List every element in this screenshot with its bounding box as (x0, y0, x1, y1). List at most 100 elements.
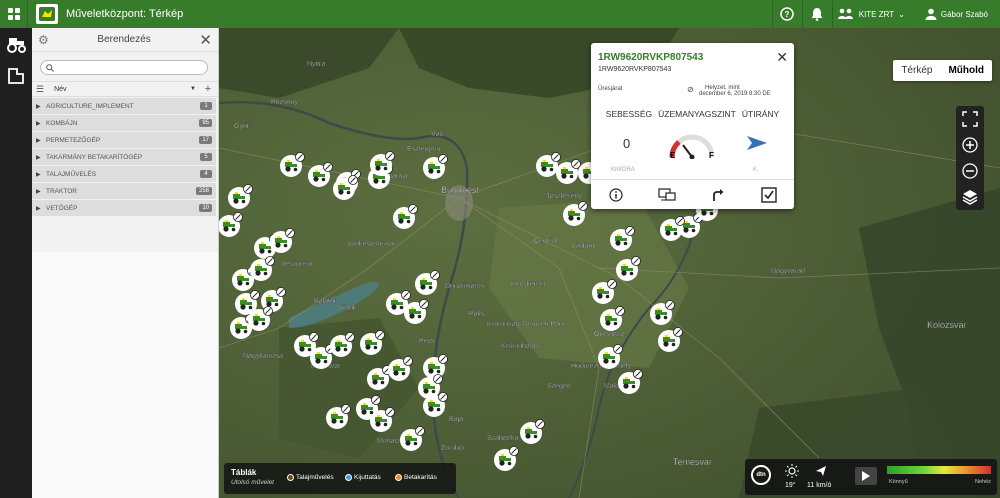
column-name-label[interactable]: Név (54, 86, 190, 93)
user-menu[interactable]: Gábor Szabó (913, 0, 1000, 28)
deere-logo-icon (36, 4, 58, 24)
panel-title: Berendezés (97, 34, 151, 45)
map-place-label: Kiskunhalas (501, 343, 539, 350)
list-view-icon[interactable]: ☰ (36, 84, 44, 95)
category-name: TALAJMŰVELÉS (46, 170, 97, 178)
info-icon (609, 188, 623, 202)
list-column-header: ☰ Név ▼ + (32, 81, 218, 97)
category-count-badge: 17 (199, 136, 212, 144)
fullscreen-button[interactable] (956, 106, 984, 132)
add-button[interactable]: + (202, 83, 214, 95)
category-row[interactable]: ▶ AGRICULTURE_IMPLEMENT 1 (32, 98, 216, 114)
radar-play-button[interactable] (855, 467, 877, 485)
legend-item-harvest: Betakarítás (395, 474, 437, 481)
vehicle-status: Üresjárat (598, 86, 623, 92)
category-name: PERMETEZŐGÉP (46, 136, 101, 144)
map-place-label: Mohács (377, 438, 402, 445)
temperature-value: 19° (785, 482, 796, 489)
category-name: AGRICULTURE_IMPLEMENT (46, 102, 134, 110)
vehicle-popup: 1RW9620RVKP807543 1RW9620RVKP807543 ✕ Ür… (591, 43, 794, 209)
directions-button[interactable] (707, 184, 729, 206)
notifications-button[interactable] (801, 0, 832, 28)
category-count-badge: 4 (200, 170, 212, 178)
remote-display-button[interactable] (656, 184, 678, 206)
direction-unit: K (753, 167, 758, 173)
map-type-satellite[interactable]: Műhold (940, 60, 992, 81)
bell-icon (811, 8, 823, 21)
fuel-full-label: F (709, 151, 714, 160)
chevron-down-icon: ⌄ (898, 9, 905, 19)
map-place-label: Szabadka (487, 435, 518, 442)
scale-light-label: Könnyű (889, 479, 908, 485)
category-row[interactable]: ▶ VETŐGÉP 10 (32, 200, 216, 216)
wind-arrow-icon (816, 466, 826, 476)
gear-icon[interactable]: ⚙ (38, 33, 49, 47)
organization-switcher[interactable]: KITE ZRT ⌄ (831, 0, 913, 28)
legend-item-label: Talajművelés (296, 474, 334, 481)
rail-equipment-button[interactable] (0, 28, 32, 60)
direction-arrow-icon (747, 136, 767, 150)
application-dot-icon (345, 474, 352, 481)
map-place-label: Zombor (441, 445, 466, 452)
category-count-badge: 258 (195, 187, 212, 195)
expand-arrow-icon[interactable]: ▶ (36, 120, 46, 127)
sun-icon (785, 464, 799, 478)
layers-button[interactable] (956, 184, 984, 210)
category-row[interactable]: ▶ TAKARMÁNY BETAKARÍTÓGÉP 5 (32, 149, 216, 165)
expand-arrow-icon[interactable]: ▶ (36, 154, 46, 161)
map-place-label: Paks (469, 311, 485, 318)
map-place-label: Kiskunsági Nemzeti Park (487, 321, 565, 328)
close-icon[interactable]: ✕ (199, 31, 212, 49)
zoom-out-button[interactable] (956, 158, 984, 184)
map-place-label: Nagykanizsa (243, 353, 283, 360)
expand-arrow-icon[interactable]: ▶ (36, 188, 46, 195)
weather-bar: dtn 19° 11 km/ó Könnyű Nehéz (745, 459, 997, 495)
legend-subtitle: Utolsó művelet (231, 479, 274, 486)
panel-header: ⚙ Berendezés ✕ (32, 28, 218, 52)
rail-fields-button[interactable] (0, 60, 32, 92)
play-icon (862, 471, 870, 481)
info-button[interactable] (605, 184, 627, 206)
category-count-badge: 95 (199, 119, 212, 127)
search-input[interactable] (57, 63, 207, 72)
map-place-label: Baja (449, 416, 463, 423)
map-place-label: Jászberény (546, 193, 582, 200)
vehicle-id-link[interactable]: 1RW9620RVKP807543 (598, 52, 703, 63)
expand-arrow-icon[interactable]: ▶ (36, 205, 46, 212)
sort-caret-icon[interactable]: ▼ (190, 86, 196, 92)
zoom-out-icon (962, 163, 978, 179)
fullscreen-icon (962, 111, 978, 127)
map-controls (956, 106, 984, 210)
map-place-label: Szeged (547, 383, 571, 390)
category-row[interactable]: ▶ PERMETEZŐGÉP 17 (32, 132, 216, 148)
zoom-in-button[interactable] (956, 132, 984, 158)
map-place-label: Székesfehérvár (347, 241, 396, 248)
help-button[interactable]: ? (771, 0, 802, 28)
map-place-label: Kolozsvár (927, 320, 967, 330)
category-row[interactable]: ▶ TALAJMŰVELÉS 4 (32, 166, 216, 182)
speed-unit: KM/ÓRA (611, 167, 635, 173)
grid-icon (7, 8, 20, 20)
expand-arrow-icon[interactable]: ▶ (36, 137, 46, 144)
no-signal-icon: ⊘ (687, 85, 694, 94)
map-place-label: Nyitra (307, 61, 325, 68)
search-icon (46, 63, 54, 72)
tillage-dot-icon (287, 474, 294, 481)
popup-divider (591, 179, 794, 180)
zoom-in-icon (962, 137, 978, 153)
map-place-label: Pécs (419, 338, 435, 345)
popup-close-icon[interactable]: ✕ (776, 49, 788, 66)
search-box[interactable] (40, 60, 208, 75)
category-row[interactable]: ▶ TRAKTOR 258 (32, 183, 216, 199)
expand-arrow-icon[interactable]: ▶ (36, 171, 46, 178)
legend-item-tillage: Talajművelés (287, 474, 334, 481)
page-title: Műveletközpont: Térkép (66, 8, 184, 20)
category-row[interactable]: ▶ KOMBÁJN 95 (32, 115, 216, 131)
tractor-icon (7, 38, 26, 53)
map-place-label: Orosháza (594, 331, 624, 338)
expand-arrow-icon[interactable]: ▶ (36, 103, 46, 110)
direction-heading: ÚTIRÁNY (741, 109, 780, 119)
map-type-map[interactable]: Térkép (893, 60, 940, 81)
checklist-button[interactable] (758, 184, 780, 206)
app-grid-button[interactable] (0, 0, 28, 28)
